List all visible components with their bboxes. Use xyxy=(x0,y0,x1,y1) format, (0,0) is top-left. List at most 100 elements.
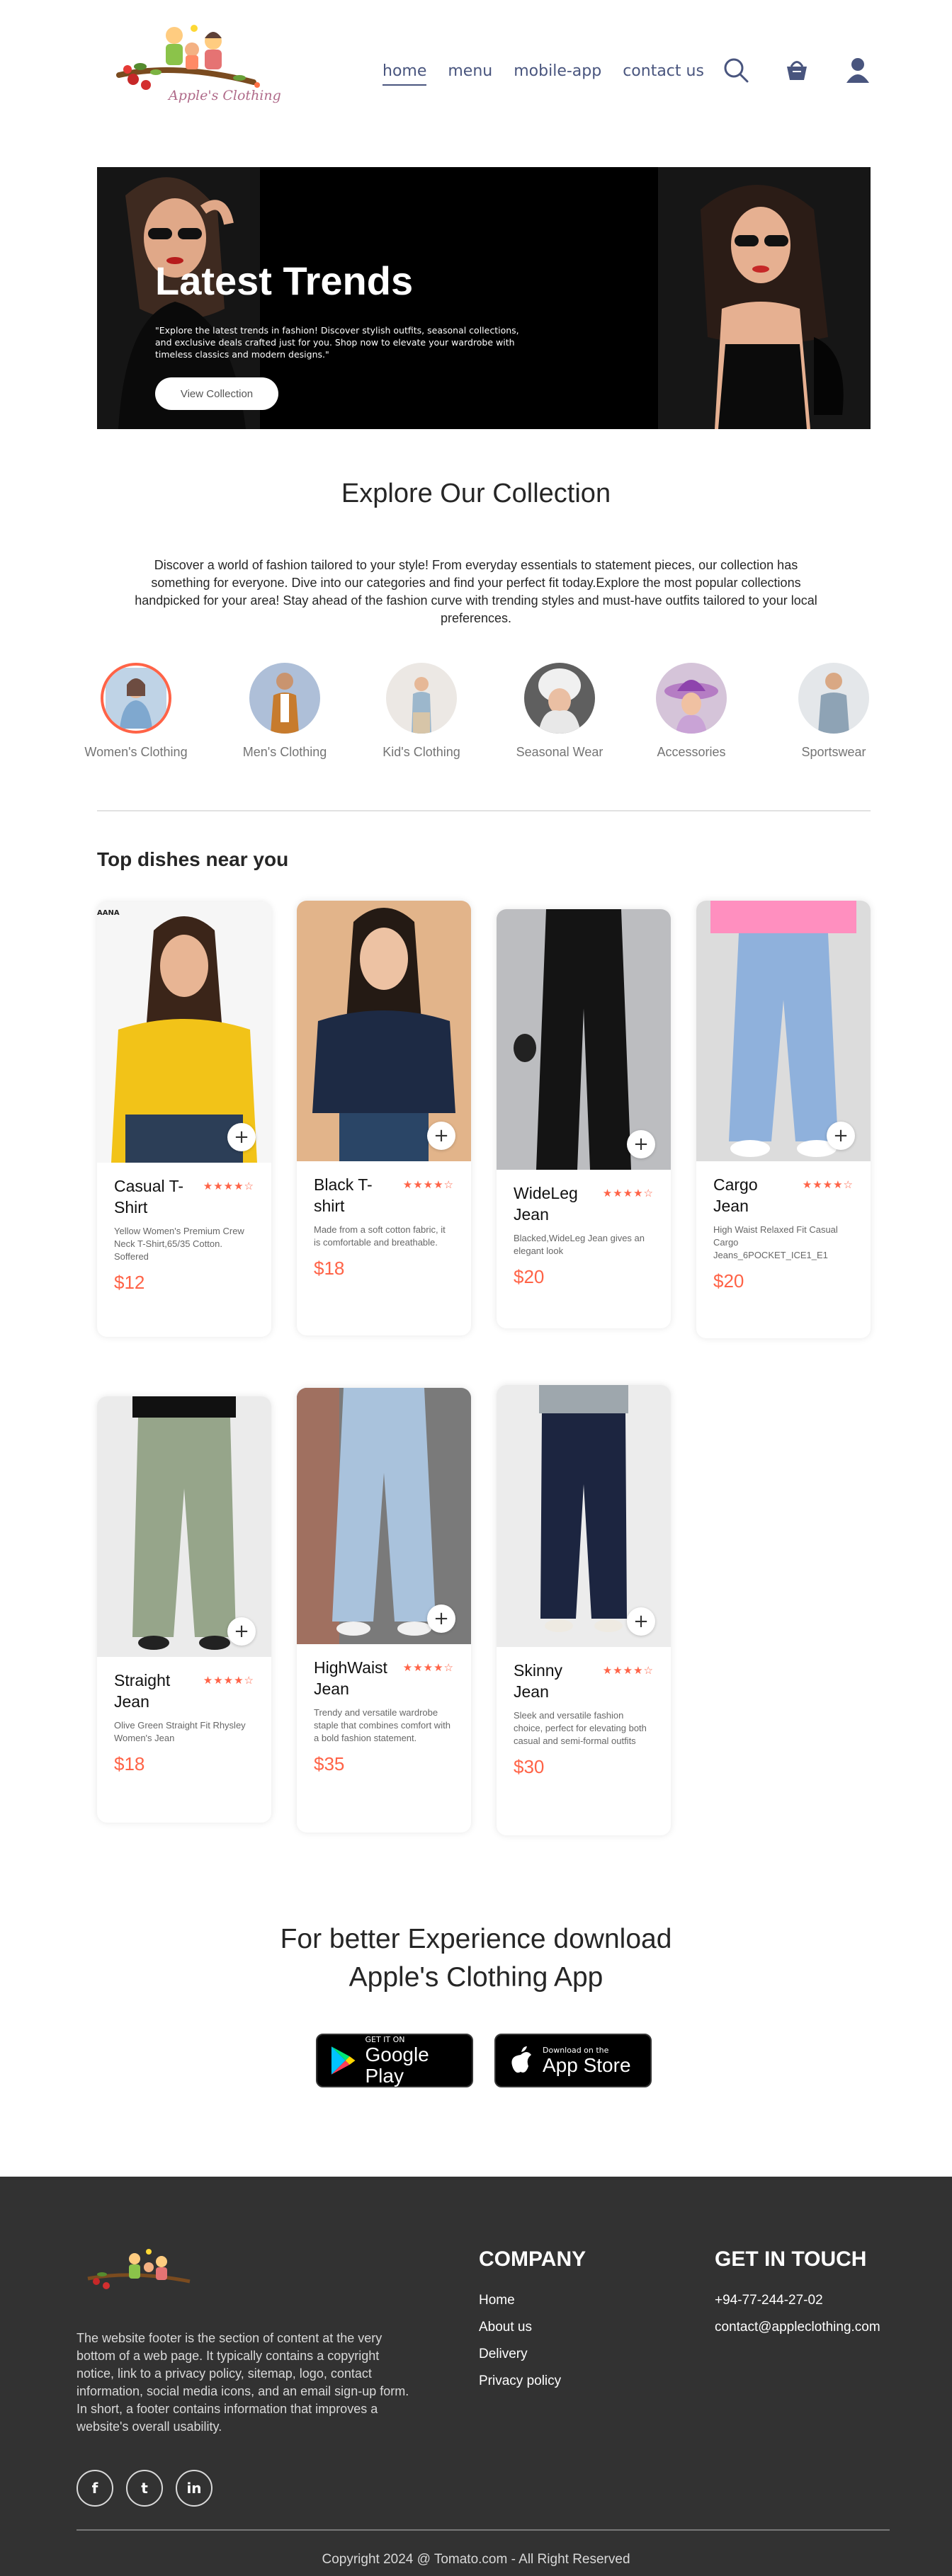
product-card[interactable]: + Straight Jean ★★★★☆ Olive Green Straigh… xyxy=(97,1396,271,1823)
footer-phone: +94-77-244-27-02 xyxy=(715,2293,823,2308)
product-description: Made from a soft cotton fabric, it is co… xyxy=(314,1224,446,1248)
product-card[interactable]: + Cargo Jean ★★★★☆ High Waist Relaxed Fit… xyxy=(696,901,871,1338)
add-to-cart-button[interactable]: + xyxy=(227,1617,256,1646)
product-name: Cargo Jean xyxy=(713,1175,758,1215)
explore-title: Explore Our Collection xyxy=(341,479,611,508)
app-store-button[interactable]: Download on the App Store xyxy=(494,2034,652,2087)
footer-link-about-us[interactable]: About us xyxy=(479,2314,561,2341)
nav-home[interactable]: home xyxy=(382,62,427,86)
add-to-cart-button[interactable]: + xyxy=(627,1607,655,1636)
hero-banner: Latest Trends "Explore the latest trends… xyxy=(97,167,871,429)
category-mens-clothing[interactable]: Men's Clothing xyxy=(228,663,341,760)
product-image: + xyxy=(297,1388,471,1644)
product-name: Casual T-Shirt xyxy=(114,1177,184,1216)
product-info: Cargo Jean ★★★★☆ High Waist Relaxed Fit C… xyxy=(696,1161,871,1305)
product-card[interactable]: + HighWaist Jean ★★★★☆ Trendy and versati… xyxy=(297,1388,471,1833)
category-label: Seasonal Wear xyxy=(516,745,604,759)
hero-description: "Explore the latest trends in fashion! D… xyxy=(155,325,519,360)
nav-contact-us[interactable]: contact us xyxy=(623,62,704,86)
add-to-cart-button[interactable]: + xyxy=(427,1605,455,1633)
footer-link-delivery[interactable]: Delivery xyxy=(479,2341,561,2368)
section-divider xyxy=(97,810,871,811)
product-name: HighWaist Jean xyxy=(314,1658,387,1698)
footer-contact-title: GET IN TOUCH xyxy=(715,2247,867,2271)
product-info: WideLeg Jean ★★★★☆ Blacked,WideLeg Jean g… xyxy=(497,1170,671,1301)
hero-model-right-image xyxy=(658,167,871,429)
footer-description: The website footer is the section of con… xyxy=(76,2331,409,2434)
product-description: High Waist Relaxed Fit Casual Cargo Jean… xyxy=(713,1224,838,1260)
rating-stars-icon: ★★★★☆ xyxy=(802,1178,854,1191)
product-image: + xyxy=(696,901,871,1161)
category-label: Sportswear xyxy=(801,745,866,759)
add-to-cart-button[interactable]: + xyxy=(427,1122,455,1150)
product-price: $12 xyxy=(114,1272,145,1293)
product-name: WideLeg Jean xyxy=(514,1184,578,1224)
product-name: Straight Jean xyxy=(114,1671,171,1711)
category-label: Men's Clothing xyxy=(242,745,327,759)
nav-mobile-app[interactable]: mobile-app xyxy=(514,62,601,86)
product-card[interactable]: + WideLeg Jean ★★★★☆ Blacked,WideLeg Jean… xyxy=(497,909,671,1328)
category-label: Accessories xyxy=(657,745,726,759)
footer-company-links: Home About us Delivery Privacy policy xyxy=(479,2287,561,2395)
category-accessories[interactable]: Accessories xyxy=(635,663,748,760)
product-image: + xyxy=(297,901,471,1161)
product-image: AANA + xyxy=(97,902,271,1163)
product-image: + xyxy=(97,1396,271,1657)
product-description: Olive Green Straight Fit Rhysley Women's… xyxy=(114,1720,246,1743)
footer-link-privacy-policy[interactable]: Privacy policy xyxy=(479,2368,561,2395)
footer-link-home[interactable]: Home xyxy=(479,2287,561,2314)
search-icon[interactable] xyxy=(721,55,751,85)
footer-divider xyxy=(76,2529,890,2531)
header-icons xyxy=(721,55,873,85)
app-store-label: App Store xyxy=(543,2053,631,2076)
google-play-button[interactable]: GET IT ON Google Play xyxy=(316,2034,473,2087)
linkedin-icon[interactable]: in xyxy=(176,2470,212,2507)
category-kids-clothing[interactable]: Kid's Clothing xyxy=(365,663,478,760)
product-name: Skinny Jean xyxy=(514,1661,563,1701)
product-image: + xyxy=(497,1385,671,1647)
product-info: Black T-shirt ★★★★☆ Made from a soft cott… xyxy=(297,1161,471,1292)
product-card[interactable]: AANA + Casual T-Shirt ★★★★☆ Yellow Women'… xyxy=(97,902,271,1337)
social-links: f t in xyxy=(76,2470,212,2507)
logo[interactable]: Apple's Clothing xyxy=(112,20,289,112)
apple-icon xyxy=(511,2046,531,2073)
page: Apple's Clothing home menu mobile-app co… xyxy=(0,0,952,2576)
product-price: $20 xyxy=(713,1270,744,1292)
profile-icon[interactable] xyxy=(843,55,873,85)
category-image xyxy=(798,663,869,734)
category-seasonal-wear[interactable]: Seasonal Wear xyxy=(503,663,616,760)
view-collection-button[interactable]: View Collection xyxy=(155,377,278,410)
category-sportswear[interactable]: Sportswear xyxy=(777,663,890,760)
app-title-line-1: For better Experience download xyxy=(280,1924,672,1954)
category-womens-clothing[interactable]: Women's Clothing xyxy=(79,663,193,760)
add-to-cart-button[interactable]: + xyxy=(227,1123,256,1151)
product-card[interactable]: + Black T-shirt ★★★★☆ Made from a soft co… xyxy=(297,901,471,1335)
basket-icon[interactable] xyxy=(782,55,812,85)
twitter-icon[interactable]: t xyxy=(126,2470,163,2507)
header: Apple's Clothing home menu mobile-app co… xyxy=(0,0,952,142)
product-image: + xyxy=(497,909,671,1170)
hero-title: Latest Trends xyxy=(155,258,414,303)
app-title-line-2: Apple's Clothing App xyxy=(348,1962,604,1993)
facebook-icon[interactable]: f xyxy=(76,2470,113,2507)
category-label: Women's Clothing xyxy=(84,745,188,759)
category-image xyxy=(249,663,320,734)
footer-email[interactable]: contact@appleclothing.com xyxy=(715,2314,880,2341)
category-list: Women's Clothing Men's Clothing Kid's Cl… xyxy=(84,663,871,769)
google-play-label: Google Play xyxy=(365,2043,429,2087)
product-info: HighWaist Jean ★★★★☆ Trendy and versatile… xyxy=(297,1644,471,1788)
nav-menu[interactable]: menu xyxy=(448,62,492,86)
category-image xyxy=(524,663,595,734)
footer-logo[interactable] xyxy=(84,2246,204,2298)
rating-stars-icon: ★★★★☆ xyxy=(203,1674,254,1687)
product-price: $35 xyxy=(314,1753,345,1774)
add-to-cart-button[interactable]: + xyxy=(627,1130,655,1158)
product-price: $18 xyxy=(314,1258,345,1279)
product-description: Sleek and versatile fashion choice, perf… xyxy=(514,1710,647,1746)
brand-tag: AANA xyxy=(97,909,120,917)
main-nav: home menu mobile-app contact us xyxy=(382,62,704,86)
category-image xyxy=(101,663,171,734)
product-card[interactable]: + Skinny Jean ★★★★☆ Sleek and versatile f… xyxy=(497,1385,671,1835)
product-price: $20 xyxy=(514,1266,545,1287)
add-to-cart-button[interactable]: + xyxy=(827,1122,855,1150)
